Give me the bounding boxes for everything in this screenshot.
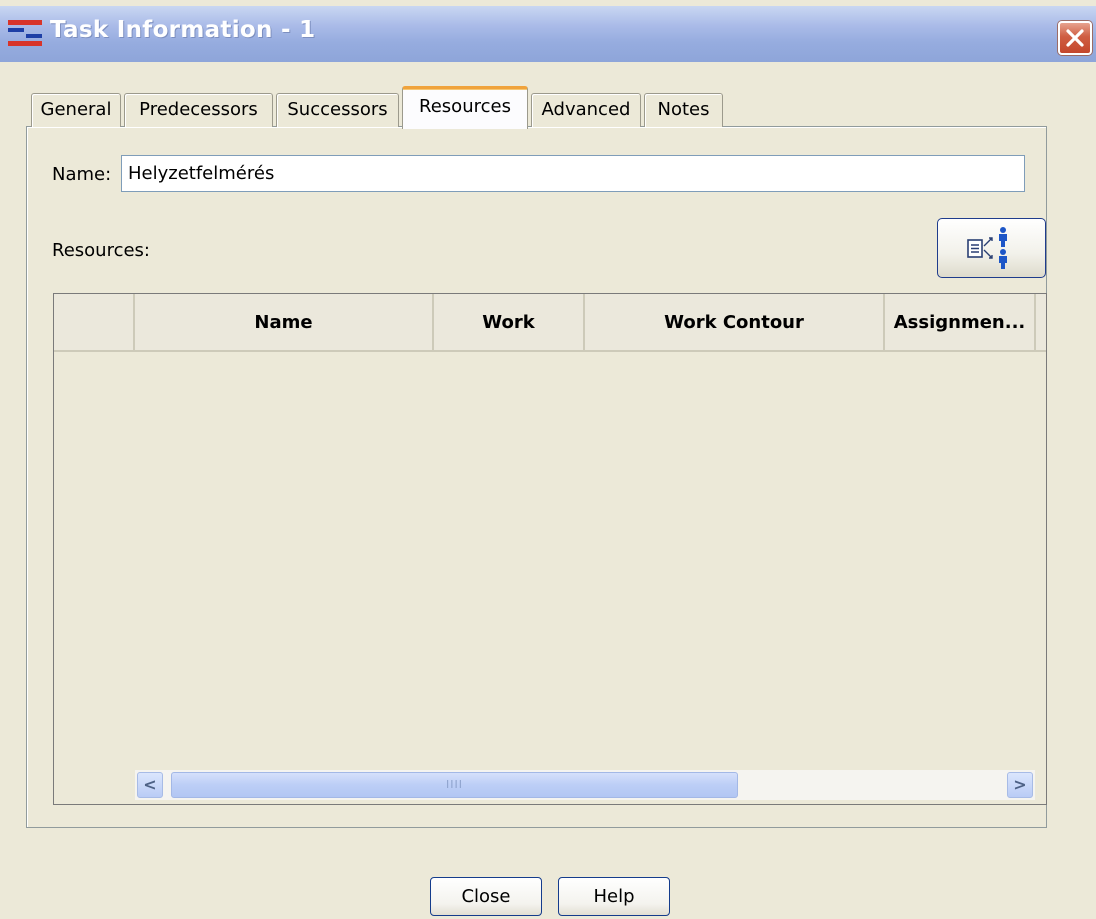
tab-resources[interactable]: Resources — [402, 86, 528, 129]
scroll-left-button[interactable]: < — [137, 772, 163, 798]
horizontal-scrollbar[interactable]: < IIII > — [135, 770, 1035, 800]
scroll-grip-icon: IIII — [446, 778, 463, 791]
column-header-work[interactable]: Work — [434, 294, 585, 352]
resources-label: Resources: — [52, 240, 150, 261]
column-header-name[interactable]: Name — [135, 294, 434, 352]
name-label: Name: — [52, 164, 112, 185]
column-header-assignment[interactable]: Assignmen... — [885, 294, 1036, 352]
resources-table[interactable]: Name Work Work Contour Assignmen... I — [53, 293, 1047, 805]
close-window-button[interactable] — [1058, 21, 1092, 55]
column-header-truncated[interactable]: I — [1036, 294, 1046, 352]
tab-advanced[interactable]: Advanced — [531, 93, 641, 127]
scroll-thumb[interactable]: IIII — [171, 772, 738, 798]
name-field[interactable]: Helyzetfelmérés — [121, 155, 1025, 192]
tab-successors[interactable]: Successors — [276, 93, 399, 127]
gantt-app-icon — [8, 20, 42, 46]
scroll-right-button[interactable]: > — [1007, 772, 1033, 798]
tab-predecessors[interactable]: Predecessors — [124, 93, 273, 127]
column-header-index[interactable] — [54, 294, 135, 352]
column-header-work-contour[interactable]: Work Contour — [585, 294, 885, 352]
close-button[interactable]: Close — [430, 877, 542, 916]
assign-resources-button[interactable] — [937, 218, 1046, 278]
close-icon — [1066, 29, 1084, 47]
tab-notes[interactable]: Notes — [644, 93, 723, 127]
title-bar[interactable]: Task Information - 1 — [0, 6, 1096, 62]
assign-resources-icon — [967, 227, 1007, 269]
chevron-left-icon: < — [143, 775, 157, 794]
table-header: Name Work Work Contour Assignmen... I — [54, 294, 1046, 352]
chevron-right-icon: > — [1013, 775, 1027, 794]
tab-general[interactable]: General — [31, 93, 121, 127]
window-title: Task Information - 1 — [50, 17, 316, 43]
help-button[interactable]: Help — [558, 877, 670, 916]
